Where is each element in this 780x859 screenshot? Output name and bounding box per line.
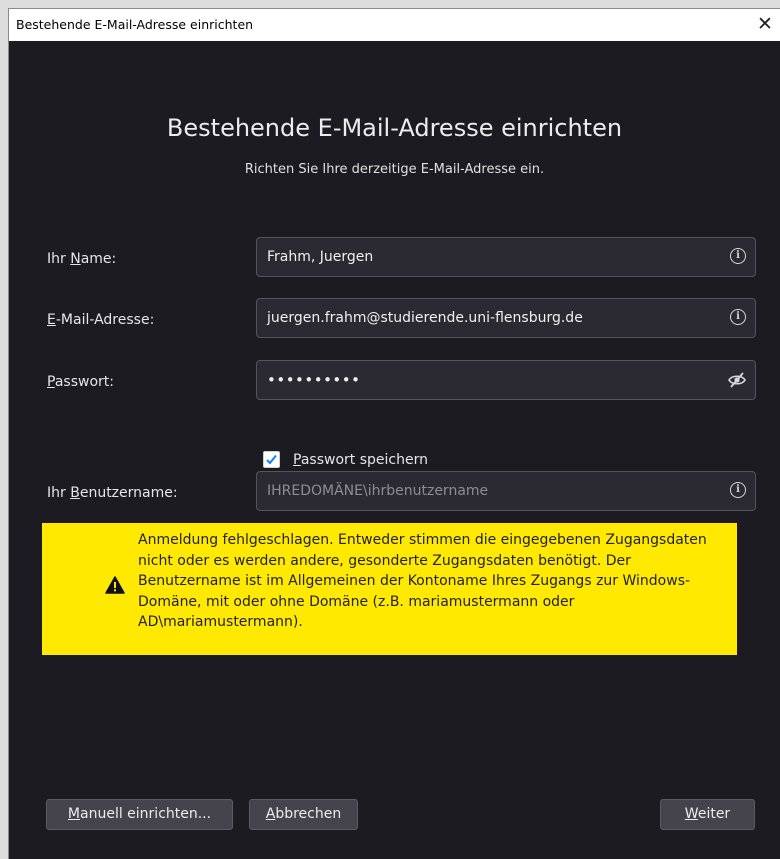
save-password-label[interactable]: Passwort speichern bbox=[293, 450, 428, 470]
password-value: •••••••••• bbox=[267, 371, 361, 389]
username-label: Ihr Benutzername: bbox=[47, 485, 178, 501]
save-password-label-suffix: asswort speichern bbox=[300, 452, 428, 468]
username-label-prefix: Ihr bbox=[47, 485, 71, 501]
username-label-suffix: enutzername: bbox=[79, 485, 178, 501]
save-password-accesskey: P bbox=[293, 452, 301, 468]
name-label-accesskey: N bbox=[70, 251, 81, 267]
cancel-button[interactable]: Abbrechen bbox=[249, 799, 358, 830]
info-icon[interactable]: i bbox=[730, 309, 746, 325]
password-label-suffix: asswort: bbox=[54, 374, 114, 390]
email-label-suffix: -Mail-Adresse: bbox=[55, 312, 155, 328]
password-field[interactable]: •••••••••• bbox=[256, 360, 756, 400]
next-accesskey: W bbox=[684, 806, 698, 822]
name-label: Ihr Name: bbox=[47, 251, 116, 267]
manual-setup-label: anuell einrichten... bbox=[80, 806, 212, 822]
info-icon[interactable]: i bbox=[730, 482, 746, 498]
username-field[interactable]: IHREDOMÄNE\ihrbenutzername i bbox=[256, 471, 756, 511]
info-icon[interactable]: i bbox=[730, 248, 746, 264]
email-value: juergen.frahm@studierende.uni-flensburg.… bbox=[267, 310, 583, 326]
email-label-accesskey: E bbox=[47, 312, 56, 328]
next-button[interactable]: Weiter bbox=[660, 799, 755, 830]
name-label-suffix: ame: bbox=[80, 251, 117, 267]
save-password-checkbox[interactable] bbox=[263, 451, 280, 468]
checkmark-icon bbox=[266, 454, 277, 465]
close-icon[interactable]: ✕ bbox=[750, 9, 780, 41]
name-value: Frahm, Juergen bbox=[267, 249, 374, 265]
manual-setup-accesskey: M bbox=[67, 806, 80, 822]
email-label: E-Mail-Adresse: bbox=[47, 312, 154, 328]
login-failed-warning: Anmeldung fehlgeschlagen. Entweder stimm… bbox=[42, 523, 737, 655]
username-placeholder: IHREDOMÄNE\ihrbenutzername bbox=[267, 483, 489, 499]
next-label: eiter bbox=[697, 806, 731, 822]
dialog-window: Bestehende E-Mail-Adresse einrichten ✕ B… bbox=[8, 8, 780, 859]
window-title: Bestehende E-Mail-Adresse einrichten bbox=[16, 17, 254, 32]
cancel-accesskey: A bbox=[265, 806, 276, 822]
dialog-content: Bestehende E-Mail-Adresse einrichten Ric… bbox=[9, 41, 780, 859]
cancel-label: bbrechen bbox=[275, 806, 342, 822]
name-field[interactable]: Frahm, Juergen i bbox=[256, 237, 756, 277]
username-label-accesskey: B bbox=[70, 485, 80, 501]
password-label-accesskey: P bbox=[47, 374, 55, 390]
email-field[interactable]: juergen.frahm@studierende.uni-flensburg.… bbox=[256, 298, 756, 338]
warning-message: Anmeldung fehlgeschlagen. Entweder stimm… bbox=[138, 532, 707, 630]
title-bar: Bestehende E-Mail-Adresse einrichten ✕ bbox=[9, 9, 780, 41]
manual-setup-button[interactable]: Manuell einrichten... bbox=[46, 799, 233, 830]
password-label: Passwort: bbox=[47, 374, 114, 390]
page-title: Bestehende E-Mail-Adresse einrichten bbox=[166, 114, 623, 142]
name-label-prefix: Ihr bbox=[47, 251, 71, 267]
eye-slash-icon[interactable] bbox=[727, 371, 747, 389]
page-subtitle: Richten Sie Ihre derzeitige E-Mail-Adres… bbox=[244, 162, 545, 177]
warning-triangle-icon bbox=[105, 576, 125, 594]
